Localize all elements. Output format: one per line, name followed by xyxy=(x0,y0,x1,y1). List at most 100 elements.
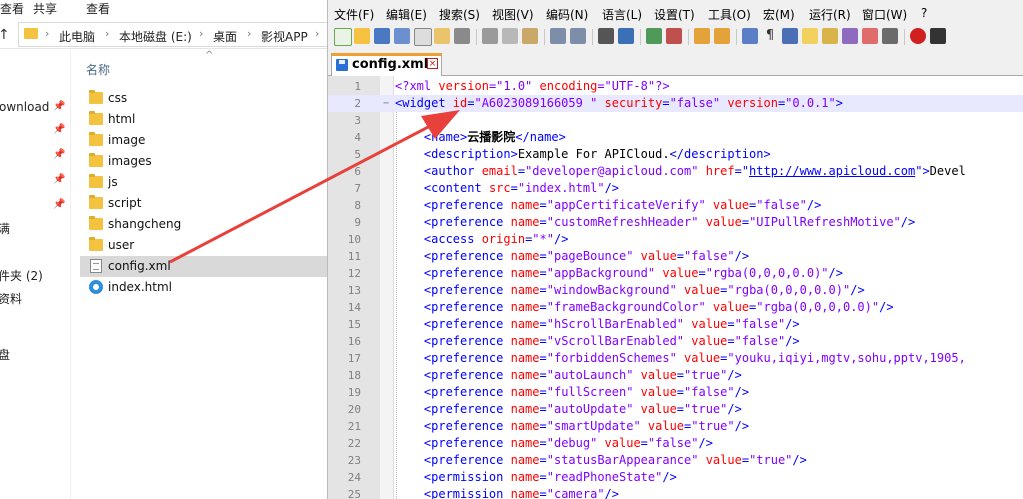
indent-guide-icon[interactable] xyxy=(782,28,798,44)
file-row[interactable]: config.xml xyxy=(80,256,327,277)
function-list-icon[interactable] xyxy=(842,28,858,44)
file-row[interactable]: user xyxy=(80,235,327,256)
code-line: 7 <content src="index.html"/> xyxy=(328,180,1023,197)
address-box[interactable]: › 此电脑 › 本地磁盘 (E:) › 桌面 › 影视APP › xyxy=(18,22,327,47)
define-language-icon[interactable] xyxy=(802,28,818,44)
save-all-icon[interactable] xyxy=(394,28,410,44)
menu-item[interactable]: 宏(M) xyxy=(763,6,795,23)
pane-divider[interactable] xyxy=(70,50,71,499)
menu-item[interactable]: 设置(T) xyxy=(654,6,695,23)
nav-item-disk[interactable]: 盘 xyxy=(0,346,10,363)
folder-workspace-icon[interactable] xyxy=(862,28,878,44)
file-row[interactable]: images xyxy=(80,151,327,172)
monitoring-icon[interactable] xyxy=(882,28,898,44)
code-token: "smartUpdate" xyxy=(546,419,648,433)
code-token: src xyxy=(488,181,511,195)
zoom-out-icon[interactable] xyxy=(666,28,682,44)
breadcrumb-desktop[interactable]: 桌面 xyxy=(213,28,237,45)
nav-item-folders[interactable]: 件夹 (2) xyxy=(0,267,43,284)
open-file-icon[interactable] xyxy=(354,28,370,44)
ribbon-tab-view-left[interactable]: 查看 xyxy=(0,0,24,17)
column-header-name[interactable]: 名称 xyxy=(86,61,110,78)
close-all-icon[interactable] xyxy=(434,28,450,44)
file-row[interactable]: image xyxy=(80,130,327,151)
pin-icon: 📌 xyxy=(53,149,66,160)
code-text: <preference name="windowBackground" valu… xyxy=(395,282,865,299)
code-line: 16 <preference name="vScrollBarEnabled" … xyxy=(328,333,1023,350)
code-line: 6 <author email="developer@apicloud.com"… xyxy=(328,163,1023,180)
menu-item[interactable]: 工具(O) xyxy=(708,6,751,23)
up-arrow-icon[interactable]: ↑ xyxy=(0,27,10,43)
menu-item[interactable]: 编辑(E) xyxy=(386,6,427,23)
fold-collapse-icon[interactable]: − xyxy=(383,95,389,112)
document-map-icon[interactable] xyxy=(822,28,838,44)
file-row[interactable]: css xyxy=(80,88,327,109)
file-row[interactable]: html xyxy=(80,109,327,130)
redo-icon[interactable] xyxy=(570,28,586,44)
toolbar-separator xyxy=(544,29,545,45)
close-file-icon[interactable] xyxy=(414,28,432,46)
nav-item-data[interactable]: 资料 xyxy=(0,290,22,307)
find-icon[interactable] xyxy=(598,28,614,44)
file-row[interactable]: script xyxy=(80,193,327,214)
sync-horizontal-icon[interactable] xyxy=(714,28,730,44)
print-icon[interactable] xyxy=(454,28,470,44)
menu-item[interactable]: 搜索(S) xyxy=(439,6,480,23)
code-token: "autoLaunch" xyxy=(546,368,641,382)
code-token[interactable]: http://www.apicloud.com xyxy=(749,164,915,178)
nav-item-downloads[interactable]: ownload xyxy=(0,100,49,114)
code-token: "false" xyxy=(647,436,699,450)
menu-item[interactable]: 视图(V) xyxy=(492,6,534,23)
menu-item[interactable]: 窗口(W) xyxy=(862,6,907,23)
file-name: index.html xyxy=(108,280,172,294)
file-row[interactable]: js xyxy=(80,172,327,193)
paste-icon[interactable] xyxy=(522,28,538,44)
code-token: = xyxy=(741,453,750,467)
undo-icon[interactable] xyxy=(550,28,566,44)
html-file-icon xyxy=(89,280,103,294)
save-icon[interactable] xyxy=(374,28,390,44)
close-tab-icon[interactable]: × xyxy=(427,58,438,69)
code-line: 1 <?xml version="1.0" encoding="UTF-8"?> xyxy=(328,78,1023,95)
new-file-icon[interactable] xyxy=(334,28,352,46)
code-token: "frameBackgroundColor" xyxy=(546,300,713,314)
code-token: "rgba(0,0,0,0.0)" xyxy=(705,266,829,280)
ribbon-tab-share[interactable]: 共享 xyxy=(33,0,57,17)
zoom-in-icon[interactable] xyxy=(646,28,662,44)
code-token: = xyxy=(539,419,547,433)
breadcrumb-current-folder[interactable]: 影视APP xyxy=(261,28,308,45)
code-editor[interactable]: 1 <?xml version="1.0" encoding="UTF-8"?> 2… xyxy=(328,76,1023,499)
nav-item-partial-1[interactable]: 满 xyxy=(0,220,10,237)
line-number: 21 xyxy=(347,420,361,433)
cut-icon[interactable] xyxy=(482,28,498,44)
show-all-chars-icon[interactable]: ¶ xyxy=(762,28,778,44)
line-number: 12 xyxy=(347,267,361,280)
word-wrap-icon[interactable] xyxy=(742,28,758,44)
code-token: name xyxy=(510,317,540,331)
ribbon-tab-view[interactable]: 查看 xyxy=(86,0,110,17)
breadcrumb-drive-e[interactable]: 本地磁盘 (E:) xyxy=(119,28,192,45)
tab-config-xml[interactable]: config.xml × xyxy=(331,53,442,76)
code-token: "false" xyxy=(734,317,786,331)
menu-item[interactable]: 文件(F) xyxy=(334,6,374,23)
menu-item[interactable]: ? xyxy=(921,6,927,20)
breadcrumb-this-pc[interactable]: 此电脑 xyxy=(59,28,95,45)
record-macro-icon[interactable] xyxy=(910,28,926,44)
file-row[interactable]: index.html xyxy=(80,277,327,298)
sync-vertical-icon[interactable] xyxy=(694,28,710,44)
address-bar: ↑ › 此电脑 › 本地磁盘 (E:) › 桌面 › 影视APP › xyxy=(0,22,327,49)
folder-icon xyxy=(89,111,103,125)
code-token: "false" xyxy=(669,96,728,110)
file-row[interactable]: shangcheng xyxy=(80,214,327,235)
replace-icon[interactable] xyxy=(618,28,634,44)
menu-item[interactable]: 运行(R) xyxy=(809,6,851,23)
menu-item[interactable]: 语言(L) xyxy=(602,6,642,23)
code-token: ="1.0" xyxy=(488,79,540,93)
menu-item[interactable]: 编码(N) xyxy=(546,6,588,23)
copy-icon[interactable] xyxy=(502,28,518,44)
code-text: <preference name="autoLaunch" value="tru… xyxy=(395,367,742,384)
code-token: = xyxy=(539,249,547,263)
stop-macro-icon[interactable] xyxy=(930,28,946,44)
